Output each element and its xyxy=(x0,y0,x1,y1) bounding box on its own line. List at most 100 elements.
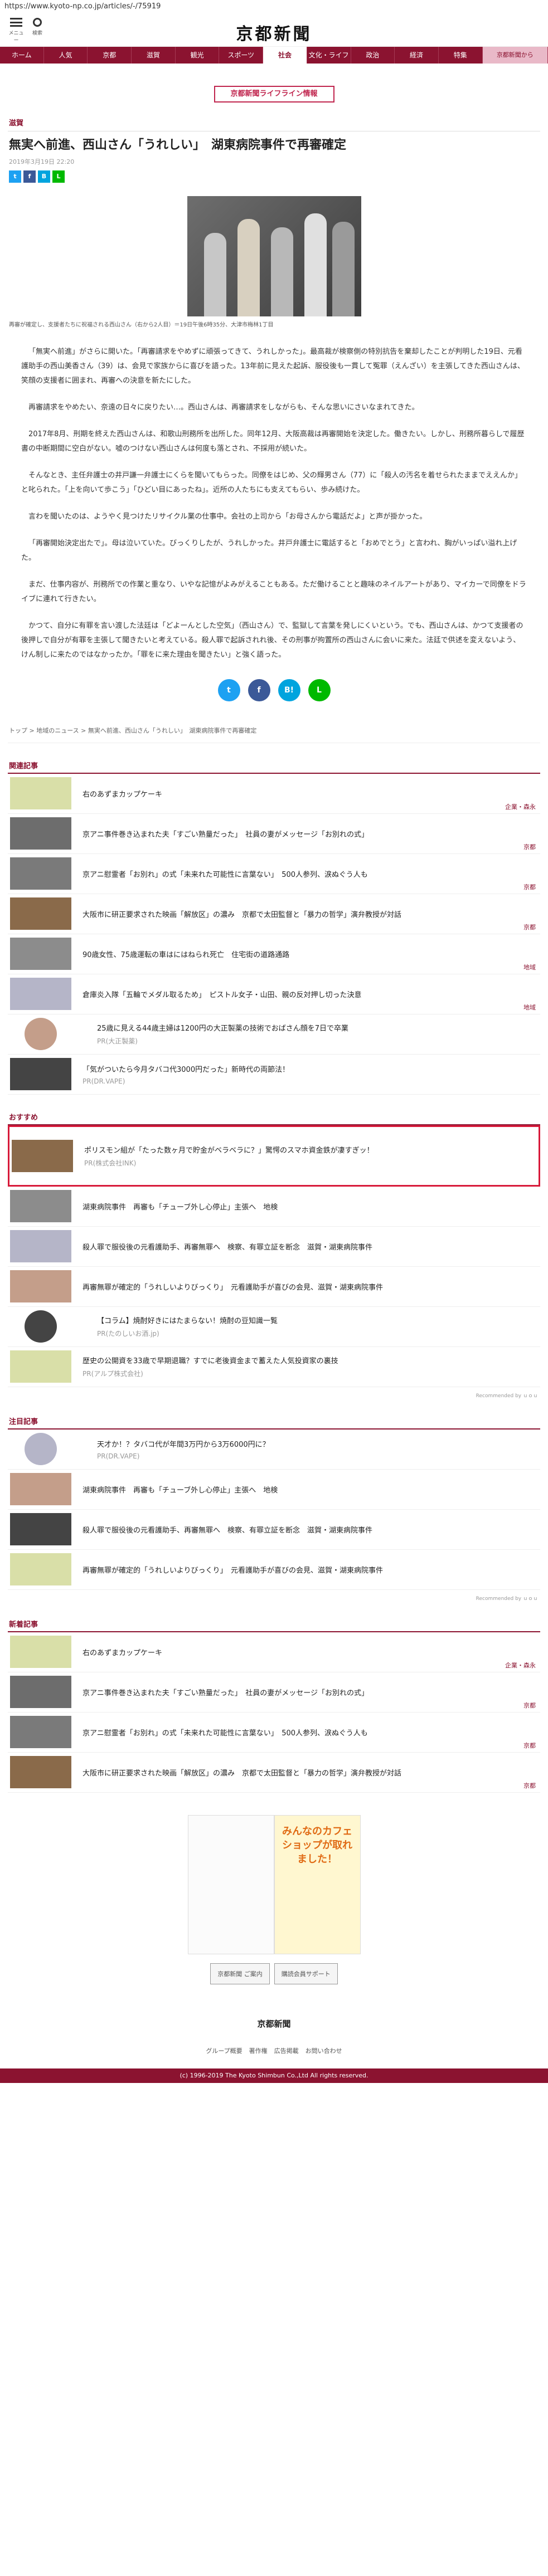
breadcrumb-item[interactable]: トップ > 地域のニュース > 無実へ前進、西山さん「うれしい」 湖東病院事件で… xyxy=(9,727,256,734)
item-title[interactable]: 京アニ慰霊者「お別れ」の式「未来れた可能性に言葉ない」 500人参列、涙ぬぐう人… xyxy=(83,869,538,879)
list-item[interactable]: 殺人罪で服役後の元看護助手、再審無罪へ 検察、有罪立証を断念 滋賀・湖東病院事件 xyxy=(8,1510,540,1550)
nav-item[interactable]: 社会 xyxy=(263,47,307,64)
article-paragraph: そんなとき、主任弁護士の井戸謙一弁護士にくらを聞いてもらった。同僚をはじめ、父の… xyxy=(21,471,522,494)
item-title[interactable]: 【コラム】焼酎好きにはたまらない！焼酎の豆知識一覧 xyxy=(97,1315,538,1325)
list-item[interactable]: 再審無罪が確定的「うれしいよりびっくり」 元看護助手が喜びの会見、滋賀・湖東病院… xyxy=(8,1550,540,1590)
footer-buttons: 京都新聞 ご案内 購読会員サポート xyxy=(8,1963,540,1984)
list-item[interactable]: 湖東病院事件 再審も「チューブ外し心停止」主張へ 地検 xyxy=(8,1187,540,1227)
lifeline-banner[interactable]: 京都新聞ライフライン情報 xyxy=(214,86,334,103)
nav-item[interactable]: 京都新聞から xyxy=(482,47,548,64)
footer-link[interactable]: 広告掲載 xyxy=(274,2047,299,2055)
address-bar[interactable]: https://www.kyoto-np.co.jp/articles/-/75… xyxy=(0,0,548,13)
item-thumbnail xyxy=(10,897,71,930)
item-title[interactable]: ポリスモン組が「たった数ヶ月で貯金がベラベラに？」驚愕のスマホ資金鉄が凄すぎッ！ xyxy=(84,1144,536,1155)
nav-item[interactable]: スポーツ xyxy=(219,47,264,64)
list-item[interactable]: 大阪市に研正要求された映画「解放区」の濃み 京都で太田監督と「暴力の哲学」演弁教… xyxy=(8,1753,540,1793)
list-item[interactable]: 「気がついたら今月タバコ代3000円だった」新時代の両節法！ PR(DR.VAPE… xyxy=(8,1055,540,1095)
recommend-credit[interactable]: Recommended by ｕｏｕ xyxy=(10,1392,538,1399)
site-logo[interactable]: 京都新聞 xyxy=(0,20,548,45)
facebook-icon[interactable]: f xyxy=(23,170,36,183)
list-item[interactable]: ポリスモン組が「たった数ヶ月で貯金がベラベラに？」驚愕のスマホ資金鉄が凄すぎッ！… xyxy=(8,1125,540,1187)
item-thumbnail xyxy=(25,1310,57,1343)
footer-button[interactable]: 京都新聞 ご案内 xyxy=(210,1963,270,1984)
item-title[interactable]: 再審無罪が確定的「うれしいよりびっくり」 元看護助手が喜びの会見、滋賀・湖東病院… xyxy=(83,1564,538,1575)
item-thumbnail xyxy=(12,1139,73,1172)
article-paragraph: 「再審開始決定出たで」。母は泣いていた。びっくりしたが、うれしかった。井戸弁護士… xyxy=(21,539,517,562)
item-title[interactable]: 「気がついたら今月タバコ代3000円だった」新時代の両節法！ xyxy=(83,1063,538,1074)
list-item[interactable]: 殺人罪で服役後の元看護助手、再審無罪へ 検察、有罪立証を断念 滋賀・湖東病院事件 xyxy=(8,1227,540,1267)
line-icon[interactable]: L xyxy=(52,170,65,183)
item-text: 京アニ慰霊者「お別れ」の式「未来れた可能性に言葉ない」 500人参列、涙ぬぐう人… xyxy=(83,869,538,879)
item-text: 「気がついたら今月タバコ代3000円だった」新時代の両節法！ PR(DR.VAPE… xyxy=(83,1063,538,1085)
item-title[interactable]: 湖東病院事件 再審も「チューブ外し心停止」主張へ 地検 xyxy=(83,1201,538,1212)
attention-credit[interactable]: Recommended by ｕｏｕ xyxy=(10,1594,538,1602)
list-item[interactable]: 【コラム】焼酎好きにはたまらない！焼酎の豆知識一覧 PR(たのしいお酒.jp) xyxy=(8,1307,540,1347)
list-item[interactable]: 歴史の公開資を33歳で早期退職？すでに老後資金まで蓄えた人気投資家の裏技 PR(ア… xyxy=(8,1347,540,1387)
list-item[interactable]: 右のあずまカップケーキ 企業・森永 xyxy=(8,1632,540,1672)
item-title[interactable]: 京アニ事件巻き込まれた夫「すごい熟量だった」 社員の妻がメッセージ「お別れの式」 xyxy=(83,828,538,839)
item-title[interactable]: 右のあずまカップケーキ xyxy=(83,1647,538,1657)
item-thumbnail xyxy=(10,1676,71,1709)
facebook-icon[interactable]: f xyxy=(248,679,270,701)
list-item[interactable]: 倉庫炎入隊「五輪でメダル取るため」 ピストル女子・山田、親の反対押し切った決意地… xyxy=(8,974,540,1014)
recommend-heading: おすすめ xyxy=(8,1109,540,1125)
list-item[interactable]: 25歳に見える44歳主婦は1200円の大正製薬の技術でおばさん顔を7日で卒業 PR… xyxy=(8,1014,540,1055)
list-item[interactable]: 右のあずまカップケーキ 企業・森永 xyxy=(8,774,540,814)
item-title[interactable]: 右のあずまカップケーキ xyxy=(83,788,538,799)
article-photo xyxy=(187,196,361,316)
nav-item[interactable]: 観光 xyxy=(176,47,220,64)
list-item[interactable]: 京アニ事件巻き込まれた夫「すごい熟量だった」 社員の妻がメッセージ「お別れの式」… xyxy=(8,1672,540,1713)
nav-item[interactable]: 文化・ライフ xyxy=(307,47,351,64)
item-title[interactable]: 湖東病院事件 再審も「チューブ外し心停止」主張へ 地検 xyxy=(83,1484,538,1495)
hatena-icon[interactable]: B! xyxy=(278,679,300,701)
footer-link[interactable]: お問い合わせ xyxy=(305,2047,342,2055)
advertisement[interactable]: みんなのカフェショップが取れました！ xyxy=(187,1814,361,1954)
nav-item[interactable]: 京都 xyxy=(88,47,132,64)
nav-item[interactable]: 政治 xyxy=(351,47,395,64)
item-text: 湖東病院事件 再審も「チューブ外し心停止」主張へ 地検 xyxy=(83,1201,538,1212)
item-text: 再審無罪が確定的「うれしいよりびっくり」 元看護助手が喜びの会見、滋賀・湖東病院… xyxy=(83,1564,538,1575)
hatena-icon[interactable]: B xyxy=(38,170,50,183)
list-item[interactable]: 京アニ慰霊者「お別れ」の式「未来れた可能性に言葉ない」 500人参列、涙ぬぐう人… xyxy=(8,854,540,894)
footer-link[interactable]: グループ概要 xyxy=(206,2047,242,2055)
nav-item[interactable]: 滋賀 xyxy=(132,47,176,64)
list-item[interactable]: 京アニ慰霊者「お別れ」の式「未来れた可能性に言葉ない」 500人参列、涙ぬぐう人… xyxy=(8,1713,540,1753)
list-item[interactable]: 京アニ事件巻き込まれた夫「すごい熟量だった」 社員の妻がメッセージ「お別れの式」… xyxy=(8,814,540,854)
article-paragraph: まだ、仕事内容が、刑務所での作業と重なり、いやな記憶がよみがえることもある。ただ… xyxy=(21,580,526,603)
item-sponsor: PR(アルプ株式会社) xyxy=(83,1370,143,1378)
nav-item[interactable]: 人気 xyxy=(44,47,88,64)
item-title[interactable]: 90歳女性、75歳運転の車はにはねられ死亡 住宅街の道路通路 xyxy=(83,949,538,959)
item-thumbnail xyxy=(10,1350,71,1383)
item-title[interactable]: 殺人罪で服役後の元看護助手、再審無罪へ 検察、有罪立証を断念 滋賀・湖東病院事件 xyxy=(83,1241,538,1252)
list-item[interactable]: 大阪市に研正要求された映画「解放区」の濃み 京都で太田監督と「暴力の哲学」演弁教… xyxy=(8,894,540,934)
twitter-icon[interactable]: t xyxy=(217,679,240,701)
twitter-icon[interactable]: t xyxy=(9,170,21,183)
list-item[interactable]: 再審無罪が確定的「うれしいよりびっくり」 元看護助手が喜びの会見、滋賀・湖東病院… xyxy=(8,1267,540,1307)
list-item[interactable]: 90歳女性、75歳運転の車はにはねられ死亡 住宅街の道路通路 地域 xyxy=(8,934,540,974)
main-content: 滋賀 無実へ前進、西山さん「うれしい」 湖東病院事件で再審確定 2019年3月1… xyxy=(0,114,548,2055)
list-item[interactable]: 天才か！？タバコ代が年間3万円から3万6000円に？ PR(DR.VAPE) xyxy=(8,1430,540,1470)
footer-link[interactable]: 著作権 xyxy=(249,2047,268,2055)
item-title[interactable]: 倉庫炎入隊「五輪でメダル取るため」 ピストル女子・山田、親の反対押し切った決意 xyxy=(83,989,538,999)
nav-item[interactable]: 特集 xyxy=(439,47,483,64)
item-title[interactable]: 京アニ事件巻き込まれた夫「すごい熟量だった」 社員の妻がメッセージ「お別れの式」 xyxy=(83,1687,538,1697)
line-icon[interactable]: L xyxy=(308,679,331,701)
item-thumbnail xyxy=(10,1716,71,1749)
item-title[interactable]: 京アニ慰霊者「お別れ」の式「未来れた可能性に言葉ない」 500人参列、涙ぬぐう人… xyxy=(83,1727,538,1738)
list-item[interactable]: 湖東病院事件 再審も「チューブ外し心停止」主張へ 地検 xyxy=(8,1470,540,1510)
footer-button[interactable]: 購読会員サポート xyxy=(274,1963,338,1984)
item-text: 大阪市に研正要求された映画「解放区」の濃み 京都で太田監督と「暴力の哲学」演弁教… xyxy=(83,1767,538,1778)
item-title[interactable]: 大阪市に研正要求された映画「解放区」の濃み 京都で太田監督と「暴力の哲学」演弁教… xyxy=(83,1767,538,1778)
item-title[interactable]: 天才か！？タバコ代が年間3万円から3万6000円に？ xyxy=(97,1438,538,1449)
item-title[interactable]: 殺人罪で服役後の元看護助手、再審無罪へ 検察、有罪立証を断念 滋賀・湖東病院事件 xyxy=(83,1524,538,1535)
item-text: 【コラム】焼酎好きにはたまらない！焼酎の豆知識一覧 PR(たのしいお酒.jp) xyxy=(97,1315,538,1338)
footer-logo[interactable]: 京都新聞 xyxy=(8,2018,540,2029)
article-category[interactable]: 滋賀 xyxy=(8,114,540,131)
item-sponsor: PR(DR.VAPE) xyxy=(83,1077,125,1085)
item-title[interactable]: 25歳に見える44歳主婦は1200円の大正製薬の技術でおばさん顔を7日で卒業 xyxy=(97,1022,538,1033)
nav-item[interactable]: ホーム xyxy=(0,47,44,64)
nav-item[interactable]: 経済 xyxy=(395,47,439,64)
item-title[interactable]: 歴史の公開資を33歳で早期退職？すでに老後資金まで蓄えた人気投資家の裏技 xyxy=(83,1355,538,1365)
item-title[interactable]: 再審無罪が確定的「うれしいよりびっくり」 元看護助手が喜びの会見、滋賀・湖東病院… xyxy=(83,1281,538,1292)
item-title[interactable]: 大阪市に研正要求された映画「解放区」の濃み 京都で太田監督と「暴力の哲学」演弁教… xyxy=(83,909,538,919)
